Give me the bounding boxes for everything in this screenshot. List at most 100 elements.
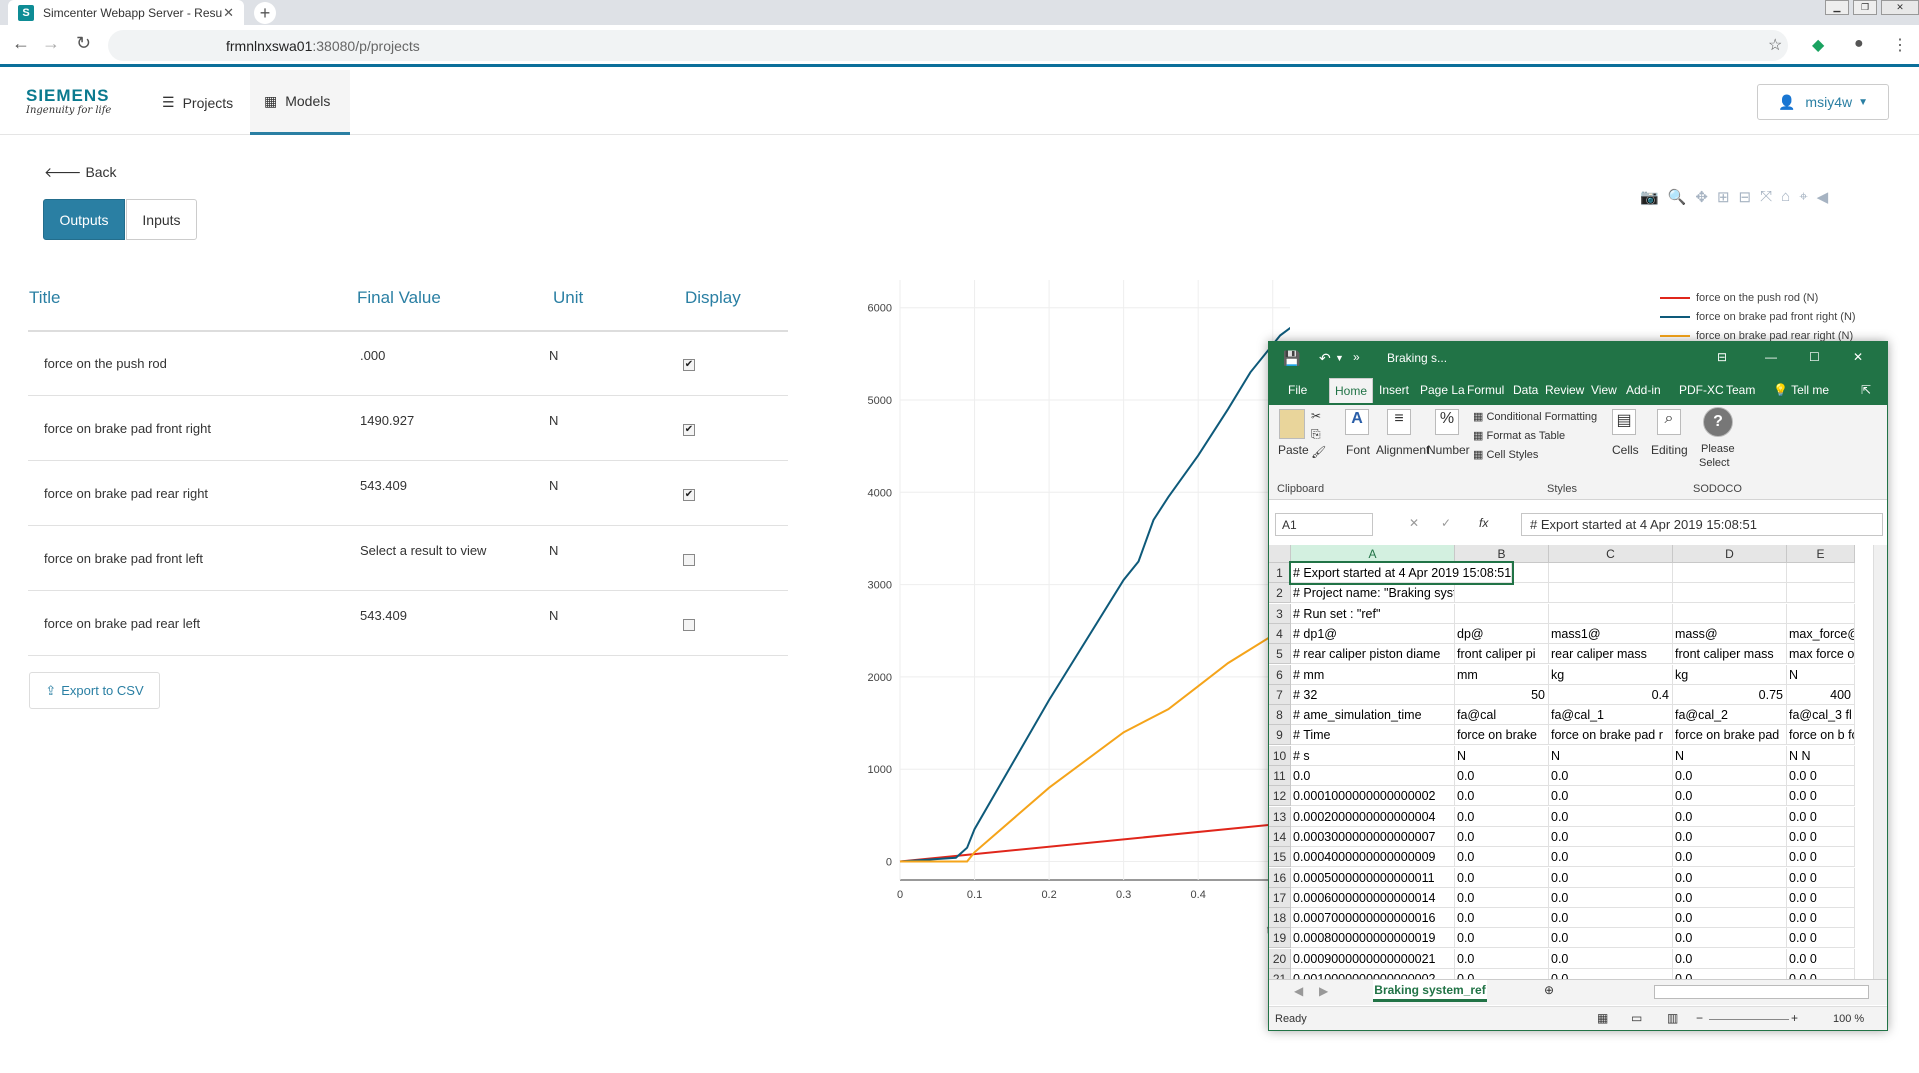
table-cell[interactable]: 0.0 <box>1455 766 1549 786</box>
table-cell[interactable] <box>1549 563 1673 583</box>
cells-icon[interactable]: ▤ <box>1612 409 1636 435</box>
table-cell[interactable]: fa@cal_2 <box>1673 705 1787 726</box>
table-cell[interactable]: 0.0 <box>1673 928 1787 949</box>
table-cell[interactable]: 0.0 0 <box>1787 766 1855 786</box>
table-cell[interactable]: 0.0003000000000000007 <box>1291 826 1455 847</box>
table-cell[interactable]: 0.0 0 <box>1787 786 1855 807</box>
table-cell[interactable]: 0.0 <box>1549 887 1673 908</box>
table-cell[interactable]: front caliper pi <box>1455 644 1549 665</box>
name-box[interactable]: A1 <box>1275 513 1373 536</box>
row-header[interactable]: 17 <box>1269 887 1291 908</box>
minimize-icon[interactable]: — <box>1765 350 1777 364</box>
please-select-label-2[interactable]: Select <box>1699 457 1730 469</box>
table-cell[interactable]: force on brake pad r <box>1549 725 1673 746</box>
table-cell[interactable] <box>1549 603 1673 624</box>
table-cell[interactable]: 0.0 <box>1455 826 1549 847</box>
row-header[interactable]: 20 <box>1269 948 1291 969</box>
conditional-formatting-button[interactable]: ▦ Conditional Formatting <box>1473 410 1597 423</box>
row-header[interactable]: 18 <box>1269 908 1291 929</box>
alignment-label[interactable]: Alignment <box>1376 443 1429 457</box>
select-all-corner[interactable] <box>1269 545 1291 563</box>
table-cell[interactable]: front caliper mass <box>1673 644 1787 665</box>
table-cell[interactable]: 0.0 <box>1455 948 1549 969</box>
export-csv-button[interactable]: ⇪ Export to CSV <box>29 672 160 709</box>
table-cell[interactable] <box>1673 603 1787 624</box>
normal-view-icon[interactable]: ▦ <box>1597 1011 1608 1025</box>
legend-item[interactable]: force on the push rod (N) <box>1660 288 1856 307</box>
cell-styles-button[interactable]: ▦ Cell Styles <box>1473 448 1538 461</box>
paste-icon[interactable] <box>1279 409 1305 439</box>
zoom-in-icon[interactable]: ⊞ <box>1717 188 1730 206</box>
table-cell[interactable]: 0.0006000000000000014 <box>1291 887 1455 908</box>
browser-tab[interactable]: S Simcenter Webapp Server - Resu ✕ <box>8 0 244 25</box>
pan-icon[interactable]: ✥ <box>1695 188 1708 206</box>
table-cell[interactable]: 0.0 0 <box>1787 887 1855 908</box>
tab-view[interactable]: View <box>1591 378 1617 403</box>
table-cell[interactable] <box>1455 603 1549 624</box>
nav-projects[interactable]: ☰ Projects <box>148 70 247 135</box>
table-cell[interactable]: # Project name: "Braking system" <box>1291 583 1455 604</box>
table-cell[interactable]: 0.0 <box>1549 786 1673 807</box>
help-icon[interactable]: ? <box>1703 407 1733 437</box>
table-cell[interactable]: 0.0 <box>1673 887 1787 908</box>
row-header[interactable]: 15 <box>1269 847 1291 868</box>
table-cell[interactable] <box>1455 583 1549 604</box>
column-header[interactable]: A <box>1291 545 1455 563</box>
row-header[interactable]: 10 <box>1269 745 1291 766</box>
table-cell[interactable]: 0.0 0 <box>1787 948 1855 969</box>
extension-icon[interactable]: ◆ <box>1812 35 1824 55</box>
table-cell[interactable]: # mm <box>1291 664 1455 685</box>
table-cell[interactable]: 0.0 <box>1673 826 1787 847</box>
add-sheet-icon[interactable]: ⊕ <box>1544 983 1554 997</box>
tab-pdf-xchange[interactable]: PDF-XC <box>1679 378 1724 403</box>
display-checkbox[interactable] <box>683 619 695 631</box>
table-cell[interactable]: N <box>1549 745 1673 766</box>
inputs-tab-button[interactable]: Inputs <box>126 199 197 240</box>
table-cell[interactable]: 0.0 <box>1291 766 1455 786</box>
table-cell[interactable]: 0.0 <box>1673 786 1787 807</box>
table-cell[interactable]: 0.0 <box>1455 867 1549 888</box>
please-select-label[interactable]: Please <box>1701 443 1735 455</box>
zoom-in-icon[interactable]: + <box>1791 1011 1798 1025</box>
table-cell[interactable]: 400 <box>1787 684 1855 705</box>
row-header[interactable]: 5 <box>1269 644 1291 665</box>
table-cell[interactable]: 0.0 <box>1455 908 1549 929</box>
table-cell[interactable]: 0.0 <box>1549 969 1673 979</box>
table-cell[interactable] <box>1787 603 1855 624</box>
bookmark-star-icon[interactable]: ☆ <box>1768 35 1782 55</box>
table-cell[interactable]: 0.0 0 <box>1787 969 1855 979</box>
table-cell[interactable]: 0.0 <box>1673 969 1787 979</box>
close-icon[interactable]: ✕ <box>1853 350 1863 364</box>
alignment-icon[interactable]: ≡ <box>1387 409 1411 435</box>
table-cell[interactable]: N <box>1455 745 1549 766</box>
row-header[interactable]: 3 <box>1269 603 1291 624</box>
sheet-prev-icon[interactable]: ◀ <box>1294 984 1303 998</box>
table-cell[interactable]: rear caliper mass <box>1549 644 1673 665</box>
maximize-window-icon[interactable]: ❐ <box>1853 0 1877 15</box>
table-cell[interactable] <box>1787 563 1855 583</box>
cells-label[interactable]: Cells <box>1612 443 1639 457</box>
table-cell[interactable]: N <box>1673 745 1787 766</box>
table-cell[interactable]: 0.0 <box>1549 948 1673 969</box>
editing-label[interactable]: Editing <box>1651 443 1688 457</box>
ribbon-display-icon[interactable]: ⊟ <box>1717 350 1727 364</box>
tab-data[interactable]: Data <box>1513 378 1538 403</box>
table-cell[interactable]: # dp1@ <box>1291 623 1455 644</box>
format-painter-icon[interactable]: 🖌 <box>1311 445 1326 459</box>
table-cell[interactable]: 0.75 <box>1673 684 1787 705</box>
table-cell[interactable]: 0.0005000000000000011 <box>1291 867 1455 888</box>
formula-input[interactable]: # Export started at 4 Apr 2019 15:08:51 <box>1521 513 1883 536</box>
new-tab-button[interactable]: + <box>254 2 276 24</box>
table-cell[interactable]: 0.0001000000000000002 <box>1291 786 1455 807</box>
table-cell[interactable]: 0.0009000000000000021 <box>1291 948 1455 969</box>
cut-icon[interactable]: ✂ <box>1311 409 1321 423</box>
outputs-tab-button[interactable]: Outputs <box>43 199 125 240</box>
format-as-table-button[interactable]: ▦ Format as Table <box>1473 429 1565 442</box>
table-cell[interactable]: dp@ <box>1455 623 1549 644</box>
home-icon[interactable]: ⌂ <box>1781 188 1790 206</box>
table-cell[interactable]: 0.0 <box>1673 908 1787 929</box>
display-checkbox[interactable] <box>683 554 695 566</box>
zoom-out-icon[interactable]: ⊟ <box>1739 188 1752 206</box>
tell-me-search[interactable]: 💡 Tell me <box>1773 378 1829 403</box>
table-cell[interactable]: 0.0008000000000000019 <box>1291 928 1455 949</box>
